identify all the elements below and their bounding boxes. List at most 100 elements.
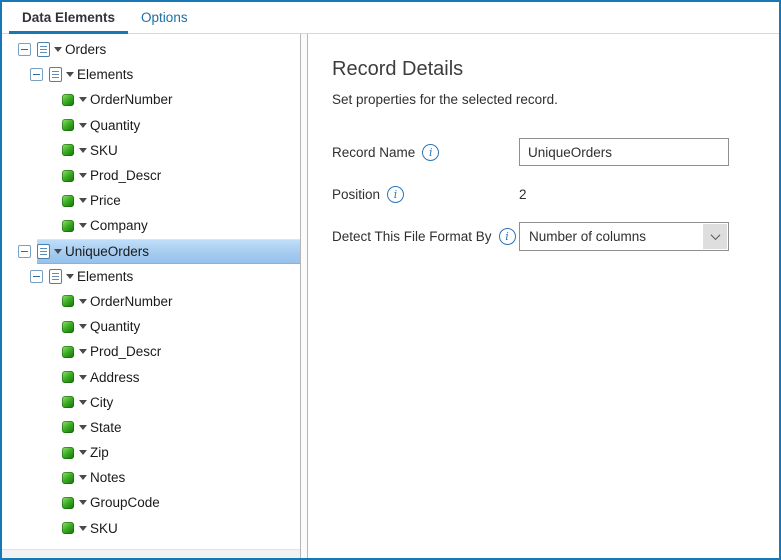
tree-item-label: Quantity — [90, 117, 141, 133]
caret-down-icon[interactable] — [79, 500, 87, 506]
caret-down-icon[interactable] — [79, 399, 87, 405]
expander-slot — [30, 269, 49, 283]
tree-item-label: SKU — [90, 142, 118, 158]
tree-row-body: Notes — [61, 465, 300, 490]
tree-item-elements[interactable]: Elements — [2, 62, 300, 87]
tree-row-body: State — [61, 415, 300, 440]
tree-item-label: Elements — [77, 268, 134, 284]
data-elements-tree: Orders Elements OrderNumber Quantity SKU Prod… — [2, 34, 300, 558]
tree-item-prod_descr[interactable]: Prod_Descr — [2, 339, 300, 364]
collapse-minus-icon[interactable] — [30, 269, 43, 283]
tree-item-address[interactable]: Address — [2, 364, 300, 389]
tree-item-sku[interactable]: SKU — [2, 138, 300, 163]
info-icon[interactable]: i — [422, 143, 440, 161]
tree-item-city[interactable]: City — [2, 390, 300, 415]
tree-item-company[interactable]: Company — [2, 213, 300, 238]
tree-row-body: Price — [61, 188, 300, 213]
tree-item-orders[interactable]: Orders — [2, 37, 300, 62]
tab-options[interactable]: Options — [128, 2, 201, 33]
caret-down-icon[interactable] — [79, 122, 87, 128]
collapse-minus-icon[interactable] — [30, 68, 43, 82]
tree-row-body: Elements — [49, 62, 300, 87]
tree-item-elements[interactable]: Elements — [2, 264, 300, 289]
tree-item-uniqueorders[interactable]: UniqueOrders — [2, 238, 300, 264]
tree-item-label: UniqueOrders — [65, 243, 150, 259]
tree-row-body: City — [61, 390, 300, 415]
record-name-input[interactable] — [519, 138, 729, 166]
tree-item-sku[interactable]: SKU — [2, 516, 300, 541]
tree-item-label: Notes — [90, 470, 126, 486]
detect-format-selected-value: Number of columns — [529, 229, 647, 244]
info-icon[interactable]: i — [387, 185, 405, 203]
caret-down-icon[interactable] — [54, 47, 62, 53]
tree-row-body: OrderNumber — [61, 289, 300, 314]
panel-splitter[interactable] — [300, 34, 308, 558]
field-icon — [62, 496, 74, 509]
field-icon — [62, 471, 74, 484]
caret-down-icon[interactable] — [79, 147, 87, 153]
caret-down-icon[interactable] — [79, 198, 87, 204]
collapse-minus-icon[interactable] — [18, 244, 31, 258]
caret-down-icon[interactable] — [79, 525, 87, 531]
caret-down-icon[interactable] — [79, 475, 87, 481]
page-subtitle: Set properties for the selected record. — [332, 92, 558, 107]
tree-row-body: SKU — [61, 516, 300, 541]
caret-down-icon[interactable] — [79, 223, 87, 229]
position-value: 2 — [519, 186, 527, 202]
tree-item-state[interactable]: State — [2, 415, 300, 440]
caret-down-icon[interactable] — [66, 273, 74, 279]
caret-down-icon[interactable] — [79, 97, 87, 103]
select-dropdown-button[interactable] — [703, 224, 727, 249]
caret-down-icon[interactable] — [79, 374, 87, 380]
tree-item-ordernumber[interactable]: OrderNumber — [2, 87, 300, 112]
tree-item-prod_descr[interactable]: Prod_Descr — [2, 163, 300, 188]
caret-down-icon[interactable] — [79, 173, 87, 179]
tree-row-body: GroupCode — [61, 490, 300, 515]
tree-item-ordernumber[interactable]: OrderNumber — [2, 289, 300, 314]
page-title: Record Details — [332, 58, 464, 80]
tree-item-zip[interactable]: Zip — [2, 440, 300, 465]
record-icon — [37, 42, 50, 58]
tree-item-quantity[interactable]: Quantity — [2, 113, 300, 138]
collapse-minus-icon[interactable] — [18, 43, 31, 57]
expander-slot — [18, 43, 37, 57]
tree-item-price[interactable]: Price — [2, 188, 300, 213]
tree-item-notes[interactable]: Notes — [2, 465, 300, 490]
caret-down-icon[interactable] — [79, 349, 87, 355]
tab-data-elements[interactable]: Data Elements — [9, 2, 129, 34]
info-icon[interactable]: i — [498, 228, 516, 245]
caret-down-icon[interactable] — [79, 324, 87, 330]
tree-row-body: SKU — [61, 138, 300, 163]
content-area: Orders Elements OrderNumber Quantity SKU Prod… — [2, 34, 779, 558]
horizontal-scrollbar[interactable] — [2, 549, 300, 558]
tree-row-body: Company — [61, 213, 300, 238]
position-label: Position — [332, 186, 381, 202]
detect-format-row: Detect This File Format By i Number of c… — [332, 222, 759, 251]
tree-item-label: GroupCode — [90, 495, 160, 511]
caret-down-icon[interactable] — [79, 298, 87, 304]
caret-down-icon[interactable] — [54, 248, 62, 254]
tree-item-label: Prod_Descr — [90, 168, 162, 184]
field-icon — [62, 421, 74, 434]
record-icon — [37, 243, 50, 259]
tree-row-body: Orders — [37, 37, 300, 62]
tree-row-body: Prod_Descr — [61, 339, 300, 364]
detect-format-select[interactable]: Number of columns — [519, 222, 729, 251]
tabbar: Data Elements Options — [2, 2, 779, 34]
caret-down-icon[interactable] — [66, 72, 74, 78]
field-icon — [62, 396, 74, 409]
caret-down-icon[interactable] — [79, 450, 87, 456]
tree-item-quantity[interactable]: Quantity — [2, 314, 300, 339]
tree-item-groupcode[interactable]: GroupCode — [2, 490, 300, 515]
caret-down-icon[interactable] — [79, 424, 87, 430]
